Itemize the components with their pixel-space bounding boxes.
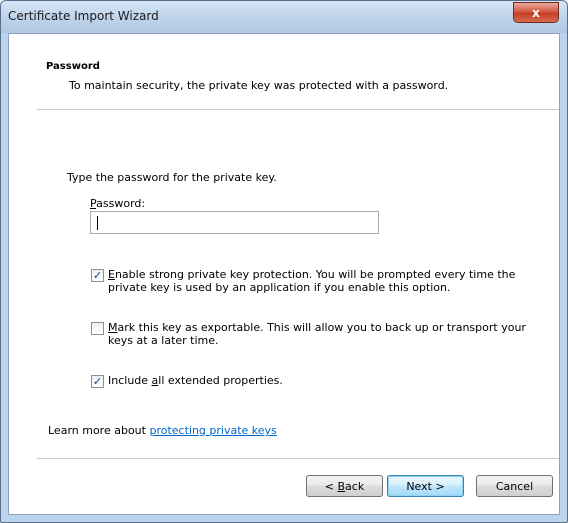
password-input[interactable]: [90, 211, 379, 234]
wizard-window: Certificate Import Wizard x Password To …: [0, 0, 568, 523]
close-button[interactable]: x: [513, 2, 559, 23]
protecting-keys-link[interactable]: protecting private keys: [149, 424, 276, 437]
cancel-button-label: Cancel: [495, 479, 534, 493]
extended-properties-option[interactable]: ✓ Include all extended properties.: [91, 374, 283, 388]
extended-properties-pre: Include: [108, 374, 152, 387]
cancel-button[interactable]: Cancel: [476, 475, 553, 497]
extended-properties-post: ll extended properties.: [158, 374, 283, 387]
footer-divider: [37, 458, 559, 460]
page-description: To maintain security, the private key wa…: [69, 79, 449, 92]
next-button[interactable]: Next >: [387, 475, 464, 497]
close-icon: x: [532, 5, 540, 20]
extended-properties-checkbox[interactable]: ✓: [91, 375, 104, 388]
learn-more: Learn more about protecting private keys: [48, 424, 277, 437]
exportable-checkbox[interactable]: [91, 322, 104, 335]
wizard-page: Password To maintain security, the priva…: [8, 33, 560, 515]
exportable-line1: ark this key as exportable. This will al…: [117, 321, 526, 334]
strong-protection-accel: E: [108, 268, 115, 281]
password-label-rest: assword:: [96, 197, 146, 210]
back-button[interactable]: < Back: [306, 475, 383, 497]
password-label: Password:: [90, 197, 145, 210]
checkmark-icon: ✓: [92, 375, 103, 388]
strong-protection-line1: nable strong private key protection. You…: [114, 268, 516, 281]
text-caret: [97, 216, 98, 230]
title-bar[interactable]: Certificate Import Wizard x: [1, 1, 567, 33]
strong-protection-line2: private key is used by an application if…: [108, 281, 451, 294]
exportable-label[interactable]: Mark this key as exportable. This will a…: [108, 321, 526, 347]
back-button-accel: B: [337, 479, 346, 493]
exportable-accel: M: [108, 321, 118, 334]
back-button-pre: <: [324, 479, 338, 493]
extended-properties-label[interactable]: Include all extended properties.: [108, 374, 283, 387]
checkmark-icon: ✓: [92, 269, 103, 282]
password-prompt: Type the password for the private key.: [67, 171, 277, 184]
learn-more-text: Learn more about: [48, 424, 150, 437]
strong-protection-checkbox[interactable]: ✓: [91, 269, 104, 282]
page-title: Password: [46, 61, 100, 72]
back-button-post: ack: [345, 479, 365, 493]
strong-protection-label[interactable]: Enable strong private key protection. Yo…: [108, 268, 515, 294]
header-divider: [37, 109, 559, 111]
header-area: Password To maintain security, the priva…: [9, 34, 559, 109]
exportable-option[interactable]: Mark this key as exportable. This will a…: [91, 321, 526, 347]
window-title: Certificate Import Wizard: [8, 9, 159, 23]
next-button-label: Next >: [406, 479, 445, 493]
strong-protection-option[interactable]: ✓ Enable strong private key protection. …: [91, 268, 515, 294]
exportable-line2: keys at a later time.: [108, 334, 219, 347]
